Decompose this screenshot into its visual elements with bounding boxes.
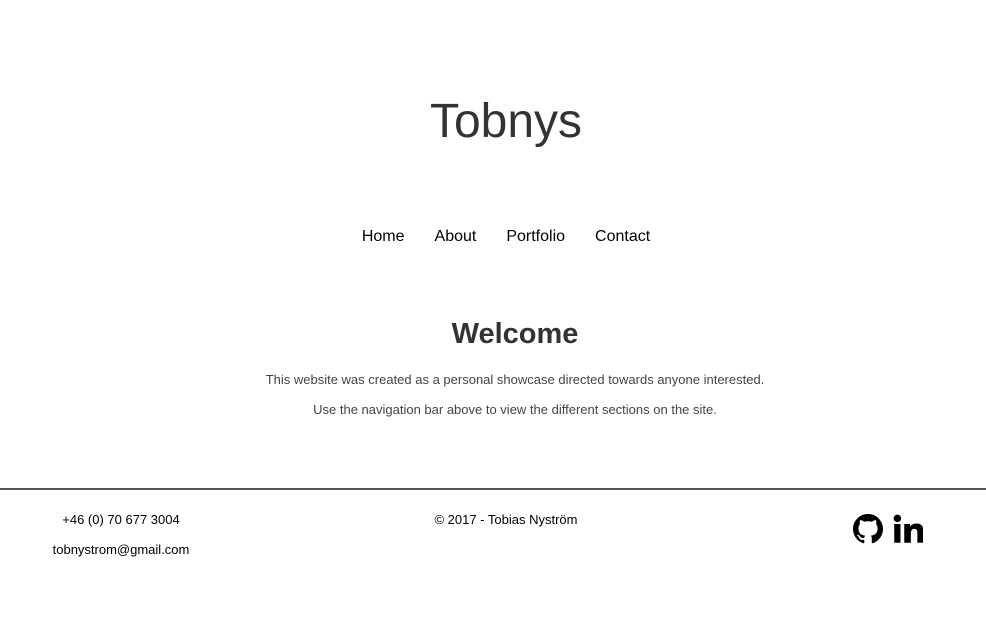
nav-item-portfolio[interactable]: Portfolio: [506, 225, 565, 249]
welcome-text: This website was created as a personal s…: [0, 370, 986, 430]
site-title: Tobnys: [429, 95, 583, 148]
welcome-paragraph-1: This website was created as a personal s…: [265, 372, 765, 387]
welcome-section: Welcome: [0, 314, 986, 354]
linkedin-icon[interactable]: [893, 514, 924, 544]
footer-email: tobnystrom@gmail.com: [52, 542, 190, 557]
footer-copyright: © 2017 - Tobias Nyström: [0, 510, 986, 530]
footer-social-links: [853, 514, 924, 544]
nav-item-contact[interactable]: Contact: [595, 225, 650, 249]
copyright-text: © 2017 - Tobias Nyström: [434, 512, 578, 527]
welcome-heading: Welcome: [451, 318, 579, 350]
github-icon[interactable]: [853, 514, 883, 544]
footer-divider: [0, 488, 986, 490]
page: Tobnys Home About Portfolio Contact Welc…: [0, 0, 986, 639]
nav-bar: Home About Portfolio Contact: [0, 225, 986, 249]
welcome-paragraph-2: Use the navigation bar above to view the…: [313, 402, 717, 417]
site-header: Tobnys: [0, 92, 986, 152]
nav-item-about[interactable]: About: [435, 225, 477, 249]
nav-item-home[interactable]: Home: [362, 225, 405, 249]
